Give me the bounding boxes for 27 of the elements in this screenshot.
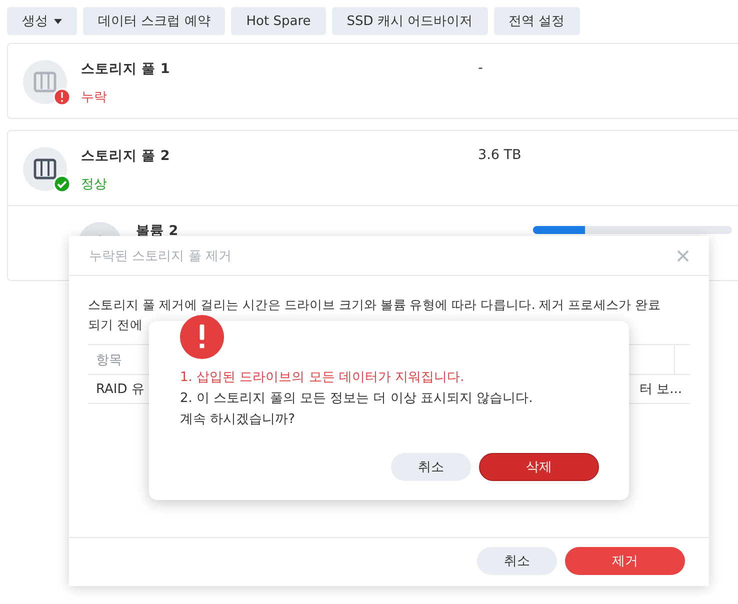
- column-header: 항목: [95, 352, 123, 368]
- caret-icon: [54, 18, 62, 24]
- pool-size: 3.6 TB: [478, 147, 522, 163]
- toolbar-button[interactable]: 전역 설정: [494, 7, 580, 35]
- remove-button[interactable]: 제거: [565, 547, 685, 575]
- table-cell-text: 터 보...: [638, 381, 683, 398]
- toolbar-button[interactable]: 데이터 스크럽 예약: [83, 7, 226, 35]
- dialog-message: 스토리지 풀 제거에 걸리는 시간은 드라이브 크기와 볼륨 유형에 따라 다릅니다. 제거 프로세스가 완료: [88, 296, 661, 314]
- dialog-message: 되기 전에: [88, 316, 143, 334]
- warning-text: 1. 삽입된 드라이브의 모든 데이터가 지워집니다.: [180, 369, 466, 387]
- delete-button[interactable]: 삭제: [479, 453, 599, 481]
- toolbar-button[interactable]: SSD 캐시 어드바이저: [332, 7, 488, 35]
- toolbar-button[interactable]: Hot Spare: [231, 7, 326, 35]
- pool-status: 정상: [81, 176, 108, 193]
- pool-name: 스토리지 풀 2: [81, 147, 171, 165]
- table-cell-text: RAID 유: [95, 381, 146, 398]
- pool-status: 누락: [81, 89, 108, 106]
- pool-size: -: [478, 60, 483, 76]
- close-icon[interactable]: [677, 250, 689, 262]
- storage-pool-icon: [23, 147, 67, 191]
- alert-text: 2. 이 스토리지 풀의 모든 정보는 더 이상 표시되지 않습니다.: [180, 390, 534, 408]
- dialog-title: 누락된 스토리지 풀 제거: [89, 248, 232, 264]
- cancel-button[interactable]: 취소: [477, 547, 557, 575]
- create-dropdown[interactable]: 생성: [7, 7, 77, 35]
- pool-name: 스토리지 풀 1: [81, 60, 171, 78]
- alert-text: 계속 하시겠습니까?: [180, 411, 296, 429]
- cancel-button[interactable]: 취소: [391, 453, 471, 481]
